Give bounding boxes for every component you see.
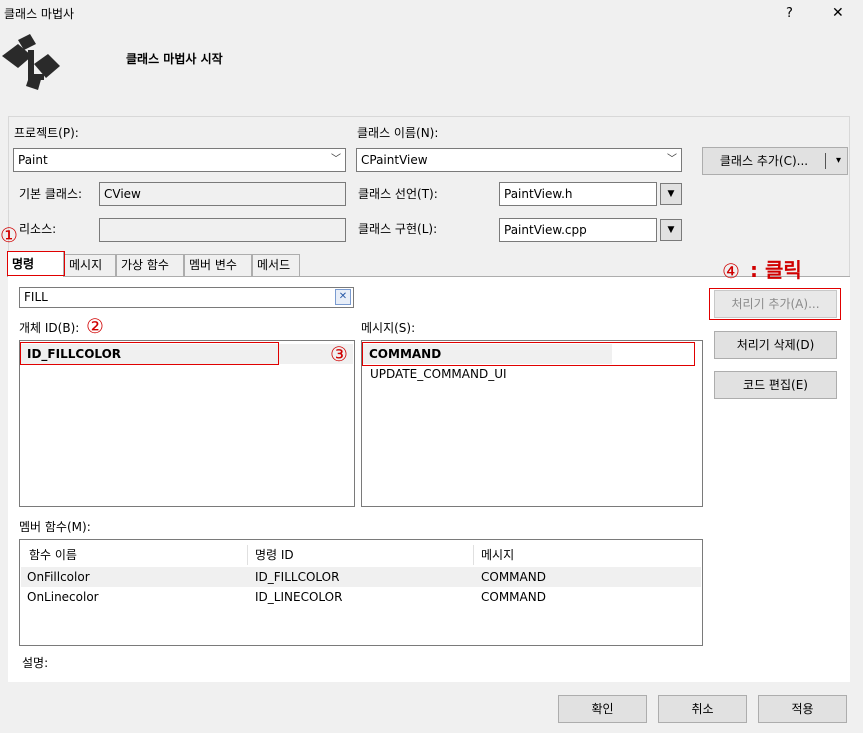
column-header[interactable]: 메시지 (481, 543, 514, 567)
add-class-button[interactable]: 클래스 추가(C)... ▾ (702, 147, 848, 175)
class-declaration-field[interactable]: PaintView.h (499, 182, 657, 206)
object-id-list[interactable]: ID_FILLCOLOR (19, 340, 355, 507)
tab-messages[interactable]: 메시지 (64, 254, 116, 276)
description-label: 설명: (22, 656, 49, 670)
table-cell: OnFillcolor (27, 570, 90, 584)
clear-search-icon[interactable]: ✕ (335, 289, 351, 305)
table-cell: COMMAND (481, 590, 546, 604)
base-class-label: 기본 클래스: (19, 187, 83, 201)
ok-button[interactable]: 확인 (558, 695, 647, 723)
class-name-combo[interactable]: CPaintView ﹀ (356, 148, 682, 172)
table-header: 함수 이름 명령 ID 메시지 (21, 543, 701, 567)
message-item: UPDATE_COMMAND_UI (370, 367, 507, 381)
close-button[interactable]: ✕ (832, 5, 844, 21)
annotation-step-4: ④ (722, 259, 740, 283)
class-name-label: 클래스 이름(N): (357, 126, 439, 140)
project-value: Paint (18, 153, 48, 167)
member-functions-label: 멤버 함수(M): (19, 520, 91, 534)
resource-label: 리소스: (19, 222, 57, 236)
member-functions-table[interactable]: 함수 이름 명령 ID 메시지 OnFillcolor ID_FILLCOLOR… (19, 539, 703, 646)
column-divider[interactable] (473, 545, 474, 565)
chevron-down-icon: ▼ (667, 225, 675, 235)
table-cell: ID_LINECOLOR (255, 590, 343, 604)
search-input[interactable]: FILL (19, 287, 354, 308)
table-cell: OnLinecolor (27, 590, 99, 604)
annotation-box-add-handler (709, 288, 841, 320)
base-class-field[interactable]: CView (99, 182, 346, 206)
table-cell: ID_FILLCOLOR (255, 570, 340, 584)
annotation-box-tab (7, 251, 65, 276)
annotation-box-message (362, 342, 695, 366)
tab-member-variables[interactable]: 멤버 변수 (184, 254, 252, 276)
help-button[interactable]: ? (786, 6, 793, 22)
apply-button[interactable]: 적용 (758, 695, 847, 723)
chevron-down-icon: ﹀ (331, 154, 341, 165)
project-combo[interactable]: Paint ﹀ (13, 148, 346, 172)
split-divider (825, 153, 826, 169)
class-name-value: CPaintView (361, 153, 428, 167)
annotation-step-3: ③ (330, 342, 348, 366)
table-cell: COMMAND (481, 570, 546, 584)
search-value: FILL (24, 290, 48, 304)
table-row[interactable]: OnFillcolor ID_FILLCOLOR COMMAND (21, 567, 701, 587)
table-row[interactable]: OnLinecolor ID_LINECOLOR COMMAND (21, 587, 701, 607)
messages-label: 메시지(S): (361, 321, 416, 335)
chevron-down-icon: ﹀ (667, 154, 677, 165)
column-divider[interactable] (247, 545, 248, 565)
edit-code-button[interactable]: 코드 편집(E) (714, 371, 837, 399)
chevron-down-icon[interactable]: ▾ (836, 148, 841, 174)
delete-handler-button[interactable]: 처리기 삭제(D) (714, 331, 837, 359)
annotation-box-object-id (20, 342, 279, 365)
tab-methods[interactable]: 메서드 (252, 254, 300, 276)
class-wizard-icon (2, 34, 62, 90)
resource-field[interactable] (99, 218, 346, 242)
chevron-down-icon: ▼ (667, 189, 675, 199)
window-title: 클래스 마법사 (4, 7, 75, 21)
list-item[interactable]: UPDATE_COMMAND_UI (363, 364, 701, 384)
annotation-step-1: ① (0, 223, 18, 247)
class-implementation-label: 클래스 구현(L): (358, 222, 438, 236)
column-header[interactable]: 함수 이름 (29, 543, 77, 567)
header-subtitle: 클래스 마법사 시작 (126, 52, 223, 66)
add-class-label: 클래스 추가(C)... (719, 154, 809, 168)
annotation-click-text: : 클릭 (750, 258, 802, 282)
tab-virtual-functions[interactable]: 가상 함수 (116, 254, 184, 276)
object-id-label: 개체 ID(B): (19, 321, 80, 335)
cancel-button[interactable]: 취소 (658, 695, 747, 723)
project-label: 프로젝트(P): (14, 126, 79, 140)
annotation-step-2: ② (86, 314, 104, 338)
class-implementation-field[interactable]: PaintView.cpp (499, 218, 657, 242)
column-header[interactable]: 명령 ID (255, 543, 294, 567)
declaration-dropdown-button[interactable]: ▼ (660, 183, 682, 205)
class-declaration-label: 클래스 선언(T): (358, 187, 438, 201)
implementation-dropdown-button[interactable]: ▼ (660, 219, 682, 241)
